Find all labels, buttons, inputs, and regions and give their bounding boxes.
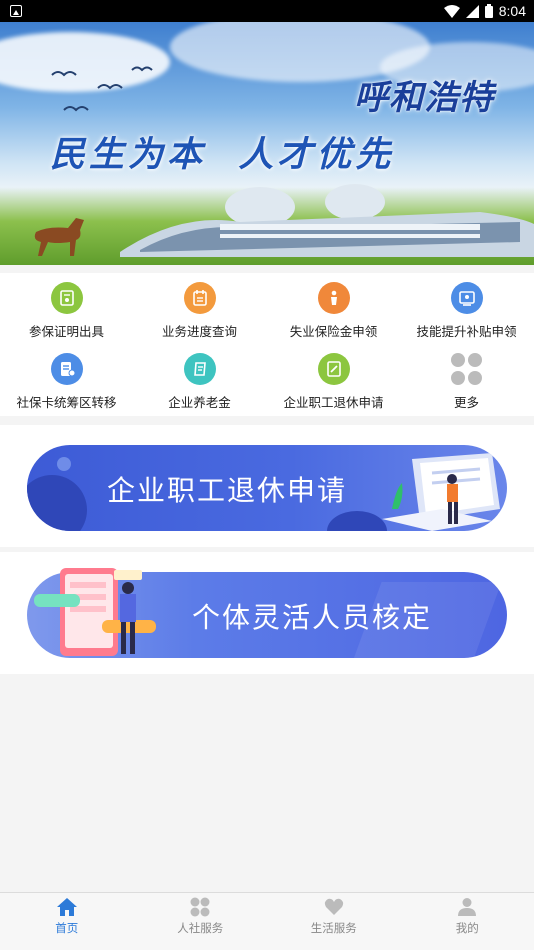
grid-item-card-transfer[interactable]: 社保卡统筹区转移 (0, 344, 133, 414)
grid-item-certificate[interactable]: 参保证明出具 (0, 273, 133, 343)
grid-item-skill-subsidy[interactable]: 技能提升补贴申领 (400, 273, 533, 343)
phone-person-illustration (34, 568, 156, 656)
hero-banner[interactable]: 呼和浩特 民生为本 人才优先 (0, 22, 534, 265)
tab-label: 人社服务 (177, 921, 224, 935)
progress-query-icon (183, 282, 216, 314)
grid-item-label: 企业职工退休申请 (283, 395, 384, 410)
grid-item-label: 更多 (453, 395, 479, 410)
tab-label: 生活服务 (310, 921, 357, 935)
skill-subsidy-icon (450, 282, 483, 314)
home-icon (56, 898, 77, 916)
flexible-worker-title: 个体灵活人员核定 (192, 601, 433, 634)
banner-city-title: 呼和浩特 (354, 78, 494, 118)
grid-item-label: 参保证明出具 (28, 324, 104, 339)
birds-illustration (51, 66, 153, 112)
grid-item-label: 企业养老金 (168, 395, 231, 410)
clock: 8:04 (498, 3, 526, 19)
grid-item-more[interactable]: 更多 (400, 344, 533, 414)
retirement-card: 企业职工退休申请 (0, 425, 534, 547)
decor-circle (27, 475, 87, 531)
notification-icon (10, 5, 22, 17)
bottom-tab-bar: 首页 人社服务 生活服务 我的 (0, 892, 534, 950)
grid-item-label: 社保卡统筹区转移 (16, 395, 117, 410)
service-grid: 参保证明出具 业务进度查询 失业保险金申领 技能提升补贴申领 社保卡统筹区转移 … (0, 273, 534, 416)
document-person-illustration (382, 453, 500, 531)
tab-services[interactable]: 人社服务 (134, 893, 268, 950)
heart-icon (324, 898, 343, 915)
tab-profile[interactable]: 我的 (401, 893, 534, 950)
building-illustration (120, 184, 534, 257)
grid-item-progress-query[interactable]: 业务进度查询 (133, 273, 266, 343)
unemployment-icon (317, 282, 350, 314)
tab-label: 我的 (455, 921, 479, 935)
profile-icon (458, 898, 477, 916)
decor-dot (57, 457, 71, 471)
grid-item-label: 失业保险金申领 (289, 324, 378, 339)
grid-item-pension[interactable]: 企业养老金 (133, 344, 266, 414)
more-icon (450, 353, 483, 385)
status-bar: 8:04 (0, 0, 534, 22)
grid-item-label: 技能提升补贴申领 (416, 324, 517, 339)
tab-label: 首页 (55, 921, 79, 935)
tab-home[interactable]: 首页 (0, 893, 134, 950)
services-icon (190, 897, 210, 917)
flexible-worker-card: 个体灵活人员核定 (0, 552, 534, 674)
retirement-apply-title: 企业职工退休申请 (107, 474, 348, 507)
retirement-apply-banner[interactable]: 企业职工退休申请 (27, 445, 507, 531)
tab-life-services[interactable]: 生活服务 (267, 893, 401, 950)
certificate-icon (50, 282, 83, 314)
pension-icon (183, 353, 216, 385)
wifi-icon (443, 4, 460, 18)
card-transfer-icon (50, 353, 83, 385)
grid-item-unemployment[interactable]: 失业保险金申领 (267, 273, 400, 343)
signal-icon (465, 4, 479, 18)
grid-item-label: 业务进度查询 (161, 324, 237, 339)
horse-illustration (34, 218, 84, 256)
retirement-apply-icon (317, 353, 350, 385)
grid-item-retirement-apply[interactable]: 企业职工退休申请 (267, 344, 400, 414)
battery-icon (484, 4, 493, 18)
